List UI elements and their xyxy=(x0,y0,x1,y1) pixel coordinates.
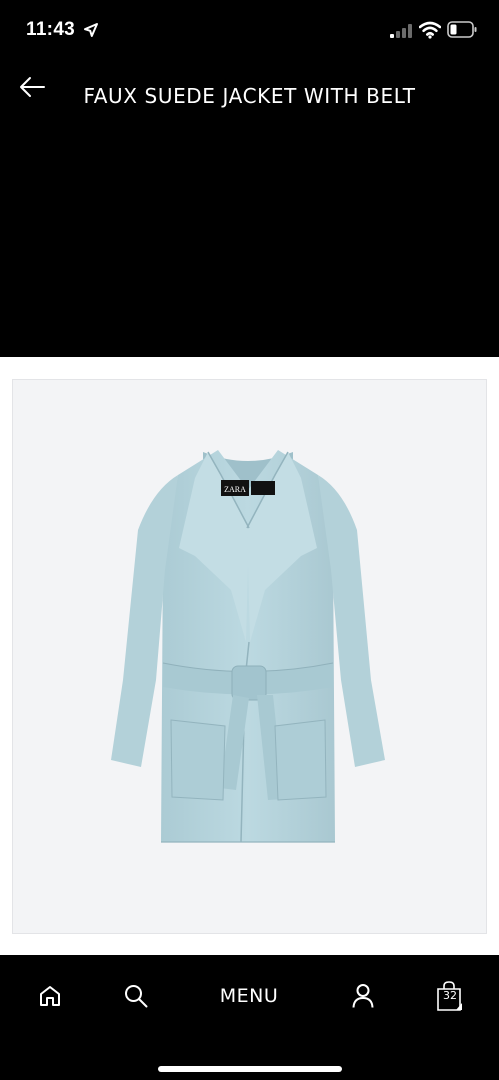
status-time: 11:43 xyxy=(26,19,76,40)
wifi-icon xyxy=(419,21,441,39)
bag-count: 32 xyxy=(443,989,457,1002)
nav-menu-label: MENU xyxy=(219,985,279,1007)
product-image: ZARA xyxy=(111,450,385,843)
signal-icon xyxy=(390,24,412,38)
product-image-area: ZARA xyxy=(0,357,499,955)
nav-search[interactable] xyxy=(122,980,150,1012)
nav-menu-button[interactable]: MENU xyxy=(208,980,290,1012)
user-icon xyxy=(352,984,374,1008)
nav-home[interactable] xyxy=(36,980,64,1012)
product-image-frame[interactable]: ZARA xyxy=(12,379,487,934)
search-icon xyxy=(125,985,148,1008)
nav-shopping-bag[interactable]: 32 xyxy=(434,980,466,1012)
top-header: FAUX SUEDE JACKET WITH BELT xyxy=(0,60,499,124)
status-bar: 11:43 xyxy=(0,0,499,60)
nav-account[interactable] xyxy=(349,980,377,1012)
brand-label: ZARA xyxy=(224,485,246,494)
battery-icon xyxy=(447,21,477,38)
bottom-navigation: MENU 32 xyxy=(0,955,499,1080)
home-indicator xyxy=(158,1066,342,1072)
page-title: FAUX SUEDE JACKET WITH BELT xyxy=(83,84,416,108)
location-icon xyxy=(84,23,98,37)
home-icon xyxy=(40,986,60,1006)
